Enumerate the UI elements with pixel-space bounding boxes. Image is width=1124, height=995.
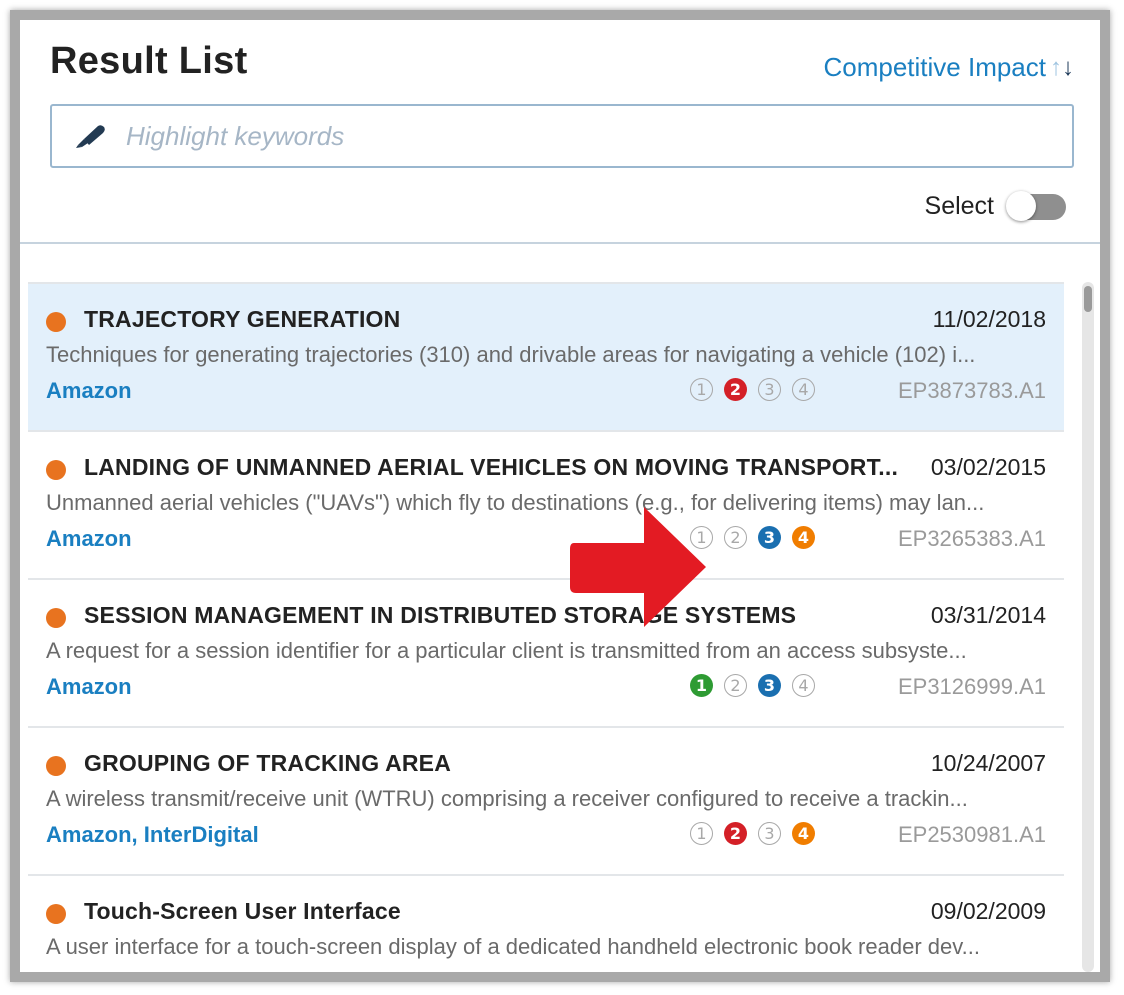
claim-badge-3[interactable]: 3 [758, 822, 781, 845]
claim-badge-4[interactable]: 4 [792, 526, 815, 549]
claim-badges: 1234 [690, 378, 826, 401]
result-item[interactable]: SESSION MANAGEMENT IN DISTRIBUTED STORAG… [28, 578, 1064, 726]
result-assignee-link[interactable]: Amazon [46, 378, 132, 404]
status-dot-icon [46, 756, 66, 776]
publication-number[interactable]: EP2530981.A1 [898, 822, 1046, 848]
result-description: A wireless transmit/receive unit (WTRU) … [46, 786, 968, 811]
result-list-panel: Result List Competitive Impact ↑↓ Select… [20, 20, 1100, 972]
claim-badges: 1234 [690, 526, 826, 549]
select-toggle[interactable] [1006, 190, 1066, 221]
claim-badge-2[interactable]: 2 [724, 526, 747, 549]
claim-badges: 1234 [690, 674, 826, 697]
result-description: A request for a session identifier for a… [46, 638, 967, 663]
result-list: TRAJECTORY GENERATION 11/02/2018 Technique… [20, 282, 1080, 972]
publication-number[interactable]: EP3126999.A1 [898, 674, 1046, 700]
result-date: 11/02/2018 [932, 306, 1046, 332]
header-divider [20, 242, 1100, 244]
highlighter-icon [76, 125, 105, 148]
sort-label: Competitive Impact [823, 52, 1046, 82]
select-label: Select [924, 192, 994, 220]
claim-badge-1[interactable]: 1 [690, 674, 713, 697]
claim-badge-3[interactable]: 3 [758, 378, 781, 401]
result-item[interactable]: LANDING OF UNMANNED AERIAL VEHICLES ON M… [28, 430, 1064, 578]
sort-button[interactable]: Competitive Impact ↑↓ [823, 52, 1074, 83]
claim-badge-1[interactable]: 1 [690, 378, 713, 401]
claim-badge-2[interactable]: 2 [724, 378, 747, 401]
result-item[interactable]: GROUPING OF TRACKING AREA 10/24/2007 A wir… [28, 726, 1064, 874]
result-title[interactable]: GROUPING OF TRACKING AREA [84, 750, 451, 777]
claim-badge-4[interactable]: 4 [792, 822, 815, 845]
claim-badge-2[interactable]: 2 [724, 674, 747, 697]
result-title[interactable]: TRAJECTORY GENERATION [84, 306, 400, 333]
toggle-knob [1006, 190, 1036, 221]
result-date: 03/02/2015 [930, 454, 1046, 480]
claim-badge-2[interactable]: 2 [724, 822, 747, 845]
sort-arrows-icon: ↑↓ [1050, 53, 1074, 81]
result-title[interactable]: Touch-Screen User Interface [84, 898, 401, 925]
select-toggle-row: Select [924, 190, 1066, 221]
status-dot-icon [46, 904, 66, 924]
result-date: 10/24/2007 [930, 750, 1046, 776]
publication-number[interactable]: EP3873783.A1 [898, 378, 1046, 404]
claim-badge-4[interactable]: 4 [792, 378, 815, 401]
claim-badge-3[interactable]: 3 [758, 674, 781, 697]
result-description: A user interface for a touch-screen disp… [46, 934, 980, 959]
result-date: 03/31/2014 [930, 602, 1046, 628]
red-arrow-annotation [570, 507, 706, 627]
result-assignee-link[interactable]: Amazon [46, 674, 132, 700]
scrollbar-track[interactable] [1082, 282, 1094, 972]
result-date: 09/02/2009 [930, 898, 1046, 924]
status-dot-icon [46, 460, 66, 480]
result-assignee-link[interactable]: Amazon, InterDigital [46, 822, 259, 848]
result-title[interactable]: LANDING OF UNMANNED AERIAL VEHICLES ON M… [84, 454, 898, 481]
claim-badge-3[interactable]: 3 [758, 526, 781, 549]
highlight-keywords-field[interactable] [50, 104, 1074, 168]
highlight-keywords-input[interactable] [124, 119, 1028, 153]
claim-badge-1[interactable]: 1 [690, 822, 713, 845]
result-item[interactable]: TRAJECTORY GENERATION 11/02/2018 Technique… [28, 282, 1064, 430]
page-title: Result List [50, 40, 248, 82]
result-description: Techniques for generating trajectories (… [46, 342, 976, 367]
screenshot-frame: Result List Competitive Impact ↑↓ Select… [10, 10, 1110, 982]
status-dot-icon [46, 312, 66, 332]
publication-number[interactable]: EP3265383.A1 [898, 526, 1046, 552]
status-dot-icon [46, 608, 66, 628]
result-item[interactable]: Touch-Screen User Interface 09/02/2009 A u… [28, 874, 1064, 972]
claim-badges: 1234 [690, 822, 826, 845]
result-assignee-link[interactable]: Amazon [46, 526, 132, 552]
result-description: Unmanned aerial vehicles ("UAVs") which … [46, 490, 985, 515]
claim-badge-4[interactable]: 4 [792, 674, 815, 697]
scrollbar-thumb[interactable] [1084, 286, 1092, 312]
